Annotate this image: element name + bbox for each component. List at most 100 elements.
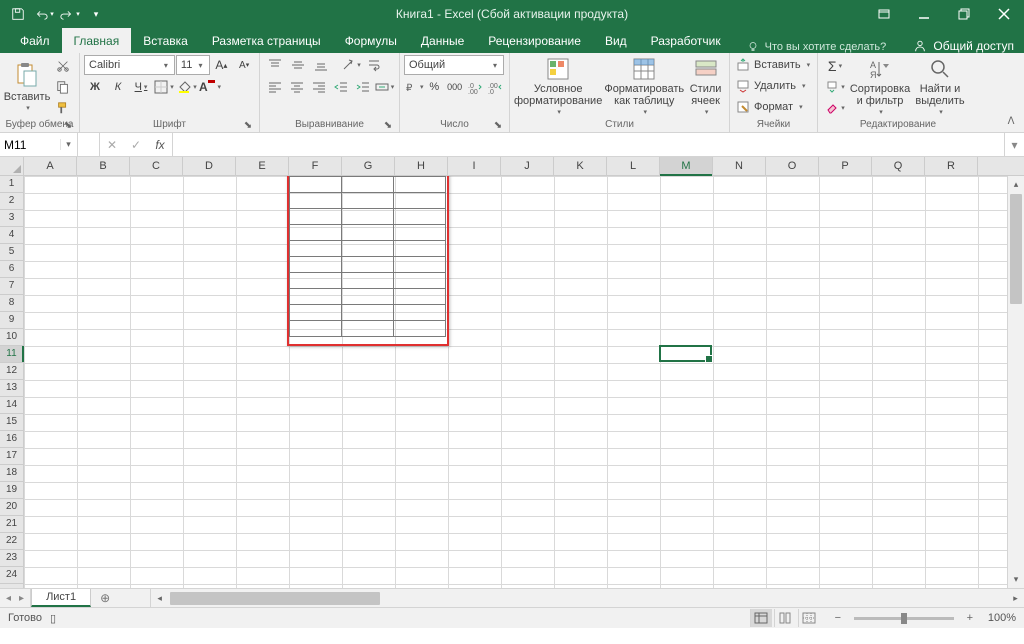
paste-button[interactable]: Вставить▾ xyxy=(4,57,50,117)
align-right-button[interactable] xyxy=(308,77,329,97)
column-header-R[interactable]: R xyxy=(925,157,978,175)
clear-button[interactable]: ▾ xyxy=(822,98,848,118)
increase-decimal-button[interactable]: .0.00 xyxy=(465,77,484,97)
column-header-C[interactable]: C xyxy=(130,157,183,175)
tab-developer[interactable]: Разработчик xyxy=(639,28,733,53)
tab-home[interactable]: Главная xyxy=(62,28,132,53)
align-top-button[interactable] xyxy=(264,55,286,75)
row-header-18[interactable]: 18 xyxy=(0,465,23,482)
row-header-12[interactable]: 12 xyxy=(0,363,23,380)
scroll-down-button[interactable]: ▾ xyxy=(1008,571,1024,588)
font-size-combo[interactable]: 11▾ xyxy=(176,55,210,75)
save-icon[interactable] xyxy=(6,2,30,26)
row-header-19[interactable]: 19 xyxy=(0,482,23,499)
row-header-16[interactable]: 16 xyxy=(0,431,23,448)
expand-formula-bar-button[interactable]: ▾ xyxy=(1004,133,1024,156)
italic-button[interactable]: К xyxy=(107,77,129,97)
select-all-corner[interactable] xyxy=(0,157,24,175)
view-page-layout-button[interactable] xyxy=(774,609,796,627)
format-painter-button[interactable] xyxy=(52,98,74,118)
row-header-6[interactable]: 6 xyxy=(0,261,23,278)
redo-icon[interactable]: ▾ xyxy=(58,2,82,26)
row-header-11[interactable]: 11 xyxy=(0,346,23,363)
font-launcher[interactable]: ⬊ xyxy=(243,120,253,130)
tab-insert[interactable]: Вставка xyxy=(131,28,200,53)
sheet-next-button[interactable]: ▸ xyxy=(19,593,24,604)
restore-button[interactable] xyxy=(944,0,984,28)
column-header-D[interactable]: D xyxy=(183,157,236,175)
tab-review[interactable]: Рецензирование xyxy=(476,28,593,53)
row-header-20[interactable]: 20 xyxy=(0,499,23,516)
column-header-J[interactable]: J xyxy=(501,157,554,175)
tell-me-search[interactable]: Что вы хотите сделать? xyxy=(747,41,887,53)
row-header-15[interactable]: 15 xyxy=(0,414,23,431)
scroll-right-button[interactable]: ▸ xyxy=(1007,590,1024,607)
row-header-17[interactable]: 17 xyxy=(0,448,23,465)
formula-input[interactable] xyxy=(173,133,1004,156)
hscroll-thumb[interactable] xyxy=(170,592,380,605)
column-header-Q[interactable]: Q xyxy=(872,157,925,175)
autosum-button[interactable]: Σ▾ xyxy=(822,56,848,76)
row-header-1[interactable]: 1 xyxy=(0,176,23,193)
comma-format-button[interactable]: 000 xyxy=(445,77,464,97)
scroll-up-button[interactable]: ▴ xyxy=(1008,176,1024,193)
column-header-F[interactable]: F xyxy=(289,157,342,175)
column-header-A[interactable]: A xyxy=(24,157,77,175)
tab-view[interactable]: Вид xyxy=(593,28,639,53)
conditional-formatting-button[interactable]: Условное форматирование▾ xyxy=(514,57,602,117)
row-header-2[interactable]: 2 xyxy=(0,193,23,210)
align-center-button[interactable] xyxy=(286,77,307,97)
wrap-text-button[interactable] xyxy=(363,55,385,75)
name-box-input[interactable] xyxy=(0,138,60,152)
align-middle-button[interactable] xyxy=(287,55,309,75)
column-header-L[interactable]: L xyxy=(607,157,660,175)
row-header-7[interactable]: 7 xyxy=(0,278,23,295)
delete-cells-button[interactable]: Удалить▾ xyxy=(734,76,813,96)
tab-data[interactable]: Данные xyxy=(409,28,476,53)
cancel-formula-button[interactable]: ✕ xyxy=(100,133,124,157)
decrease-indent-button[interactable] xyxy=(330,77,351,97)
font-family-combo[interactable]: Calibri▾ xyxy=(84,55,175,75)
find-select-button[interactable]: Найти и выделить▾ xyxy=(912,57,968,117)
orientation-button[interactable]: ▾ xyxy=(340,55,362,75)
clipboard-launcher[interactable]: ⬊ xyxy=(63,120,73,130)
number-launcher[interactable]: ⬊ xyxy=(493,120,503,130)
alignment-launcher[interactable]: ⬊ xyxy=(383,120,393,130)
decrease-decimal-button[interactable]: .00.0 xyxy=(486,77,505,97)
fill-button[interactable]: ▾ xyxy=(822,77,848,97)
collapse-ribbon-button[interactable]: ᐱ xyxy=(1002,116,1020,130)
underline-button[interactable]: Ч▾ xyxy=(130,77,152,97)
name-box-dropdown[interactable]: ▾ xyxy=(60,139,76,150)
row-header-23[interactable]: 23 xyxy=(0,550,23,567)
borders-button[interactable]: ▾ xyxy=(153,77,175,97)
insert-function-button[interactable]: fx xyxy=(148,133,172,157)
name-box[interactable]: ▾ xyxy=(0,133,78,156)
cells-area[interactable] xyxy=(24,176,1024,588)
cut-button[interactable] xyxy=(52,56,74,76)
sheet-prev-button[interactable]: ◂ xyxy=(6,593,11,604)
percent-format-button[interactable]: % xyxy=(425,77,444,97)
bold-button[interactable]: Ж xyxy=(84,77,106,97)
merge-center-button[interactable]: ▾ xyxy=(374,77,395,97)
row-header-22[interactable]: 22 xyxy=(0,533,23,550)
align-bottom-button[interactable] xyxy=(310,55,332,75)
add-sheet-button[interactable]: ⊕ xyxy=(91,589,119,607)
row-header-4[interactable]: 4 xyxy=(0,227,23,244)
tab-page-layout[interactable]: Разметка страницы xyxy=(200,28,333,53)
row-header-9[interactable]: 9 xyxy=(0,312,23,329)
qat-customize-icon[interactable]: ▾ xyxy=(84,2,108,26)
enter-formula-button[interactable]: ✓ xyxy=(124,133,148,157)
column-header-E[interactable]: E xyxy=(236,157,289,175)
column-header-M[interactable]: M xyxy=(660,157,713,175)
close-button[interactable] xyxy=(984,0,1024,28)
view-normal-button[interactable] xyxy=(750,609,772,627)
column-header-B[interactable]: B xyxy=(77,157,130,175)
row-header-21[interactable]: 21 xyxy=(0,516,23,533)
accounting-format-button[interactable]: ₽▾ xyxy=(404,77,424,97)
row-header-24[interactable]: 24 xyxy=(0,567,23,584)
column-header-K[interactable]: K xyxy=(554,157,607,175)
zoom-slider[interactable] xyxy=(854,617,954,620)
row-header-3[interactable]: 3 xyxy=(0,210,23,227)
format-cells-button[interactable]: Формат▾ xyxy=(734,97,813,117)
row-header-13[interactable]: 13 xyxy=(0,380,23,397)
